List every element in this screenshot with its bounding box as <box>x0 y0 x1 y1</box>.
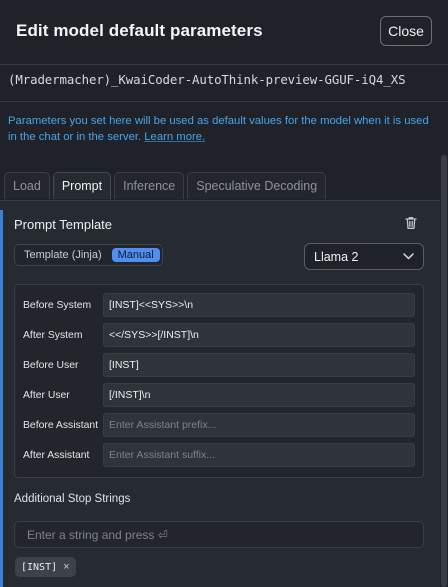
dialog-header: Edit model default parameters Close <box>0 0 448 64</box>
after-assistant-input[interactable]: Enter Assistant suffix... <box>103 443 415 467</box>
template-mode-toggle[interactable]: Template (Jinja) Manual <box>14 244 163 266</box>
field-label: After Assistant <box>23 450 90 461</box>
before-assistant-input[interactable]: Enter Assistant prefix... <box>103 413 415 437</box>
template-mode-label: Template (Jinja) <box>24 249 102 261</box>
tab-prompt[interactable]: Prompt <box>52 172 112 199</box>
stop-string-chip: [INST] × <box>15 557 76 577</box>
section-accent-bar <box>0 210 3 587</box>
learn-more-link[interactable]: Learn more. <box>144 131 205 143</box>
scrollbar[interactable] <box>441 155 447 587</box>
after-user-input[interactable]: [/INST]\n <box>103 383 415 407</box>
close-button[interactable]: Close <box>380 16 432 46</box>
before-system-input[interactable]: [INST]<<SYS>>\n <box>103 293 415 317</box>
field-label: Before User <box>23 360 79 371</box>
field-row-before-user: Before User [INST] <box>15 353 425 379</box>
field-row-before-assistant: Before Assistant Enter Assistant prefix.… <box>15 413 425 439</box>
model-name: (Mradermacher)_KwaiCoder-AutoThink-previ… <box>8 72 406 87</box>
template-preset-select[interactable]: Llama 2 <box>304 243 424 270</box>
tab-bar: Load Prompt Inference Speculative Decodi… <box>4 172 327 200</box>
field-row-after-system: After System <</SYS>>[/INST]\n <box>15 323 425 349</box>
tab-speculative-decoding[interactable]: Speculative Decoding <box>187 172 327 199</box>
trash-icon[interactable] <box>403 215 419 231</box>
manual-badge[interactable]: Manual <box>111 248 160 262</box>
description: Parameters you set here will be used as … <box>8 113 438 145</box>
stop-strings-title: Additional Stop Strings <box>14 493 131 505</box>
header-divider <box>0 64 448 65</box>
field-label: Before System <box>23 300 92 311</box>
field-row-after-assistant: After Assistant Enter Assistant suffix..… <box>15 443 425 469</box>
field-row-after-user: After User [/INST]\n <box>15 383 425 409</box>
field-row-before-system: Before System [INST]<<SYS>>\n <box>15 293 425 319</box>
chip-label: [INST] <box>21 561 58 573</box>
template-fields: Before System [INST]<<SYS>>\n After Syst… <box>14 284 424 478</box>
stop-string-input[interactable]: Enter a string and press ⏎ <box>14 521 424 548</box>
tab-inference[interactable]: Inference <box>114 172 185 199</box>
template-preset-value: Llama 2 <box>314 249 359 264</box>
field-label: Before Assistant <box>23 420 99 431</box>
after-system-input[interactable]: <</SYS>>[/INST]\n <box>103 323 415 347</box>
description-text: Parameters you set here will be used as … <box>8 115 429 143</box>
field-label: After User <box>23 390 70 401</box>
close-icon[interactable]: × <box>63 561 69 573</box>
field-label: After System <box>23 330 83 341</box>
before-user-input[interactable]: [INST] <box>103 353 415 377</box>
model-divider <box>0 101 448 102</box>
dialog-title: Edit model default parameters <box>16 21 263 40</box>
tab-load[interactable]: Load <box>4 172 50 199</box>
section-title: Prompt Template <box>14 217 113 232</box>
chevron-down-icon <box>403 253 414 260</box>
